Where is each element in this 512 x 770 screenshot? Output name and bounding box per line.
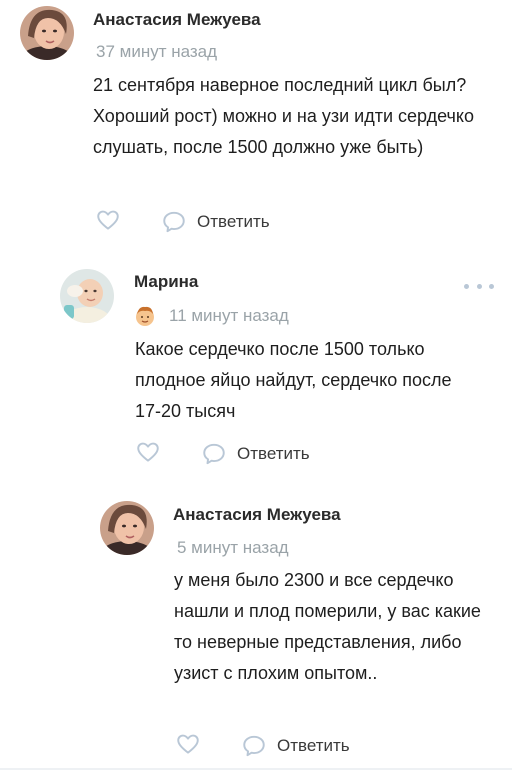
- boy-face-badge-icon: [134, 305, 156, 327]
- reply-label: Ответить: [197, 212, 270, 231]
- more-dot: [464, 283, 469, 289]
- reply-button[interactable]: Ответить: [201, 439, 310, 469]
- avatar[interactable]: [100, 501, 154, 555]
- comment-text: Какое сердечко после 1500 только плодное…: [135, 339, 452, 421]
- comment-actions: Ответить: [175, 731, 375, 761]
- timestamp: 11 минут назад: [169, 306, 289, 325]
- like-button[interactable]: [175, 731, 203, 759]
- comment-text: у меня было 2300 и все сердечко нашли и …: [174, 570, 481, 683]
- avatar[interactable]: [20, 6, 74, 60]
- comment-actions: Ответить: [95, 207, 295, 237]
- reply-button[interactable]: Ответить: [161, 207, 270, 237]
- timestamp: 5 минут назад: [177, 538, 289, 557]
- timestamp: 37 минут назад: [96, 42, 218, 61]
- author-name[interactable]: Анастасия Межуева: [173, 505, 341, 525]
- reply-button[interactable]: Ответить: [241, 731, 350, 761]
- comment-1: Анастасия Межуева 37 минут назад 21 сент…: [0, 0, 512, 250]
- speech-bubble-icon: [203, 443, 225, 465]
- speech-bubble-icon: [163, 211, 185, 233]
- like-button[interactable]: [135, 439, 163, 467]
- comment-text: 21 сентября наверное последний цикл был?…: [93, 75, 474, 157]
- speech-bubble-icon: [243, 735, 265, 757]
- heart-outline-icon: [97, 210, 119, 230]
- reply-label: Ответить: [237, 444, 310, 463]
- more-dot: [476, 283, 482, 289]
- heart-outline-icon: [137, 442, 159, 462]
- more-dot: [489, 283, 494, 289]
- author-name[interactable]: Марина: [134, 272, 198, 292]
- more-options-button[interactable]: [464, 278, 494, 294]
- like-button[interactable]: [95, 207, 123, 235]
- heart-outline-icon: [177, 734, 199, 754]
- avatar[interactable]: [60, 269, 114, 323]
- comment-actions: Ответить: [135, 439, 335, 469]
- reply-label: Ответить: [277, 736, 350, 755]
- author-name[interactable]: Анастасия Межуева: [93, 10, 261, 30]
- comment-2: Марина 11 минут назад Какое сердечко пос…: [0, 262, 512, 492]
- comment-3: Анастасия Межуева 5 минут назад у меня б…: [0, 495, 512, 770]
